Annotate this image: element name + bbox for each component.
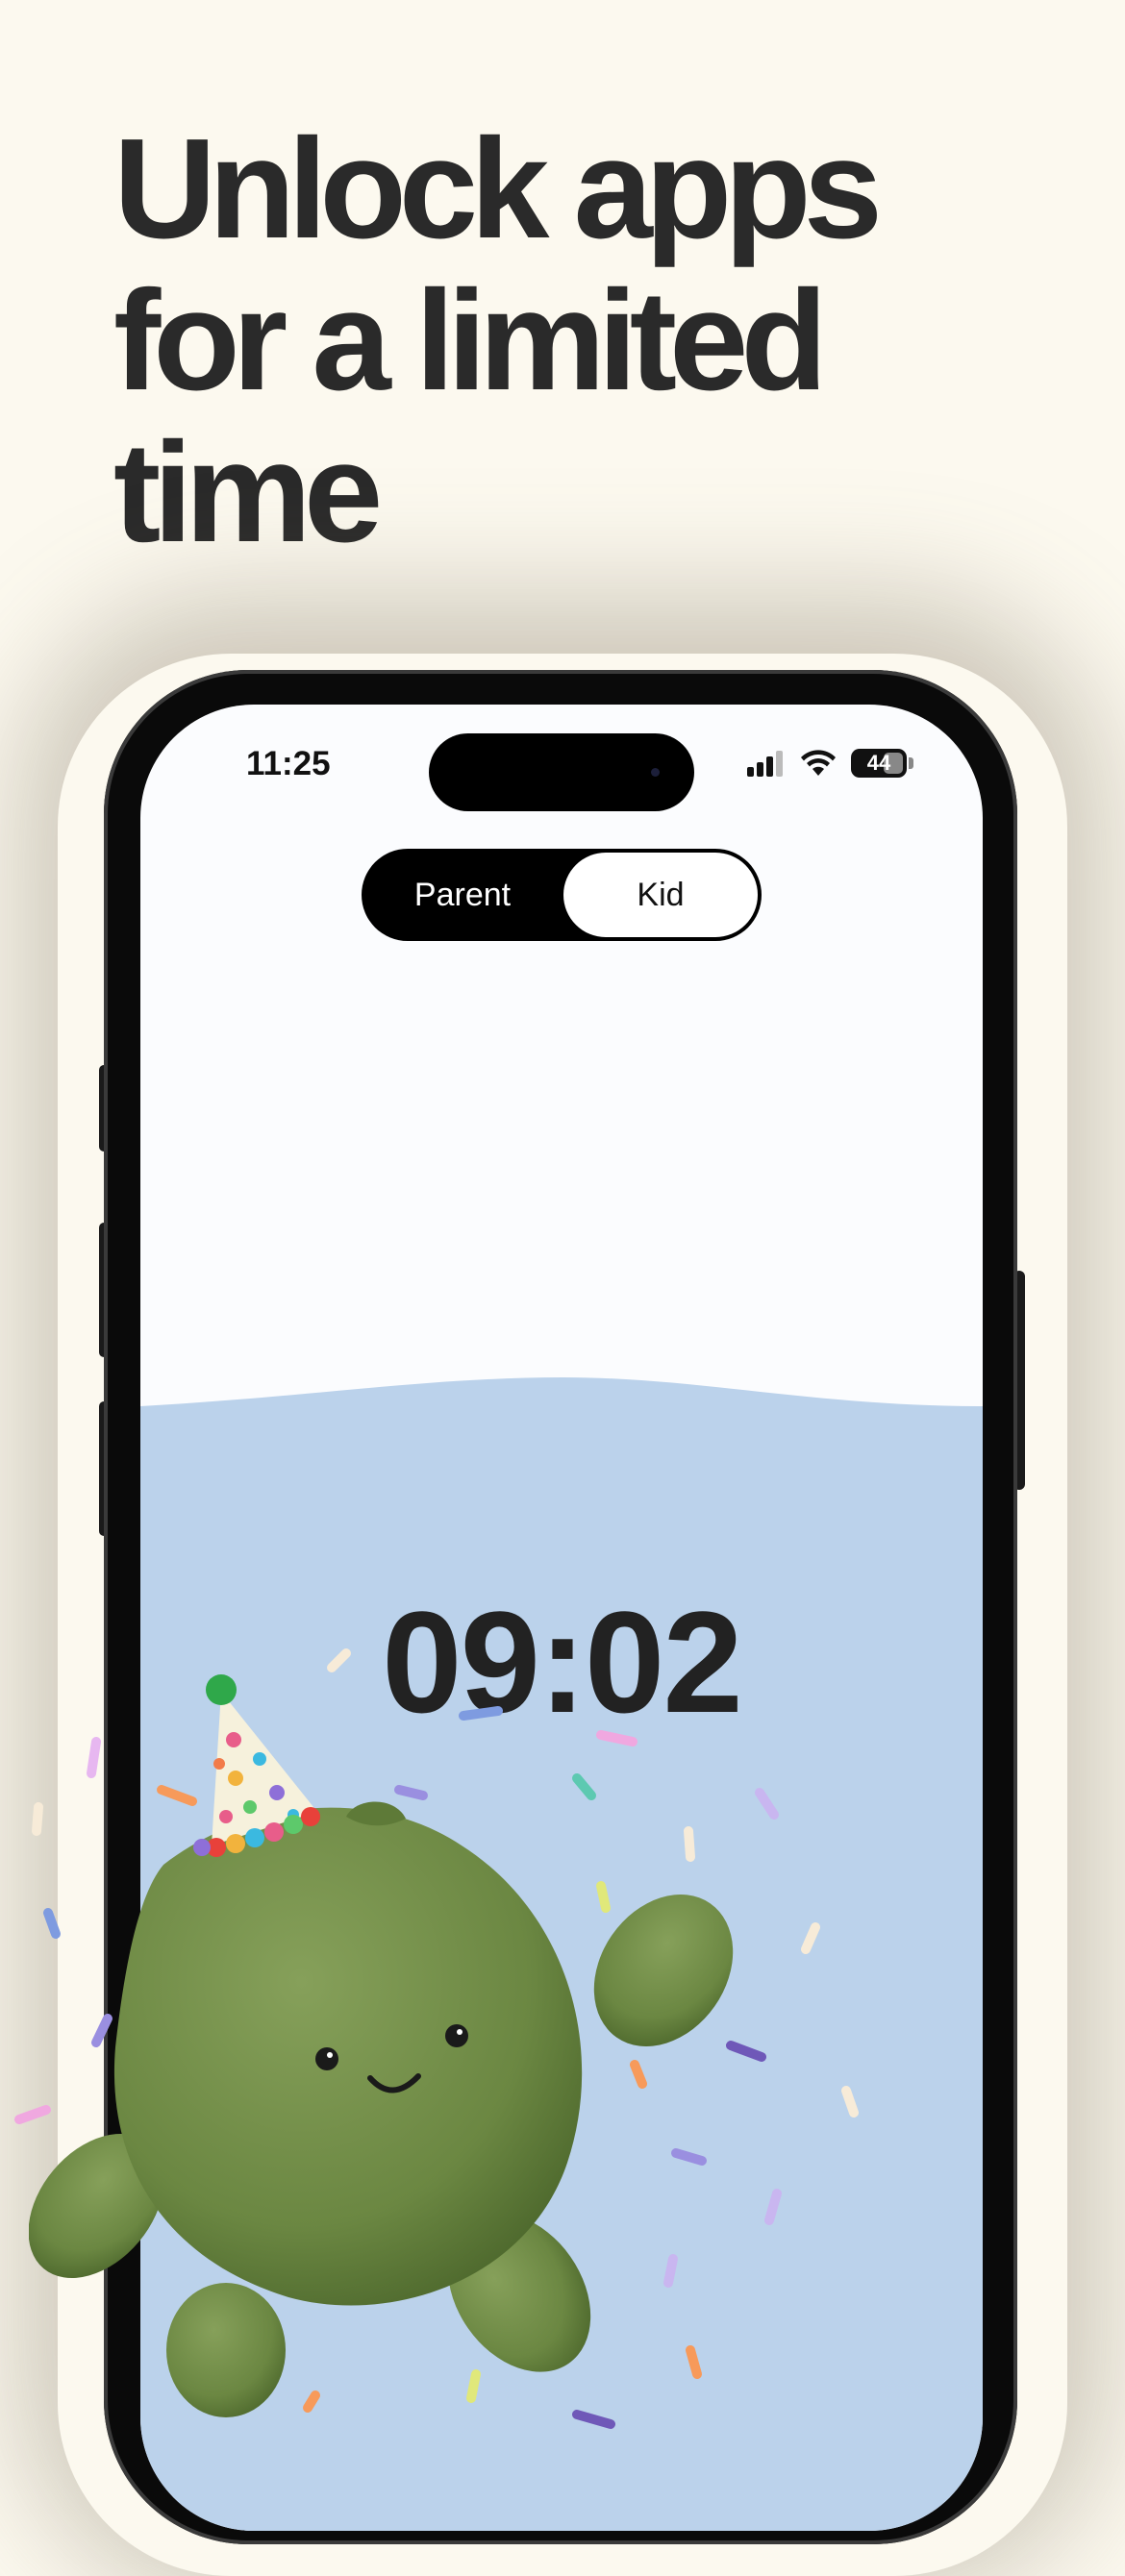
battery-level: 44 xyxy=(866,751,891,775)
toggle-kid-option[interactable]: Kid xyxy=(563,853,758,937)
headline-line-2: for a limited xyxy=(113,261,828,420)
status-time: 11:25 xyxy=(246,745,331,782)
camera-dot xyxy=(651,768,660,777)
dynamic-island xyxy=(429,733,694,811)
battery-tip xyxy=(909,757,913,769)
toggle-parent-option[interactable]: Parent xyxy=(362,849,563,941)
headline-line-3: time xyxy=(113,413,383,572)
status-icons: 44 xyxy=(747,749,913,778)
headline-line-1: Unlock apps xyxy=(113,110,883,268)
headline: Unlock apps for a limited time xyxy=(113,113,979,569)
parent-kid-toggle[interactable]: Parent Kid xyxy=(362,849,762,941)
battery-icon: 44 xyxy=(851,749,907,778)
party-hat-mascot-illustration xyxy=(29,1674,734,2417)
signal-icon xyxy=(747,751,783,777)
wifi-icon xyxy=(801,750,836,776)
